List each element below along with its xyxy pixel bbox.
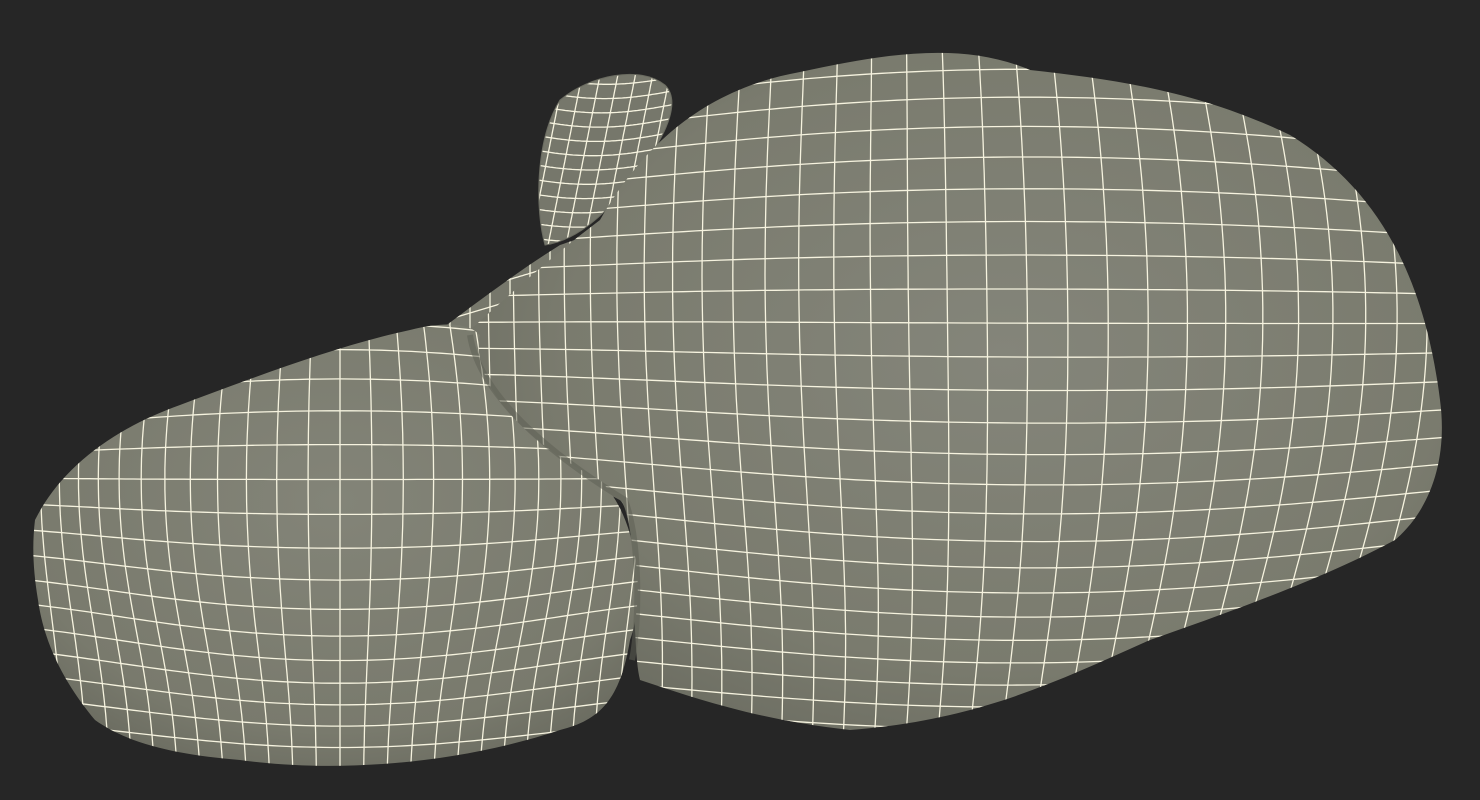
render-viewport <box>0 0 1480 800</box>
mesh-render <box>33 52 1442 766</box>
